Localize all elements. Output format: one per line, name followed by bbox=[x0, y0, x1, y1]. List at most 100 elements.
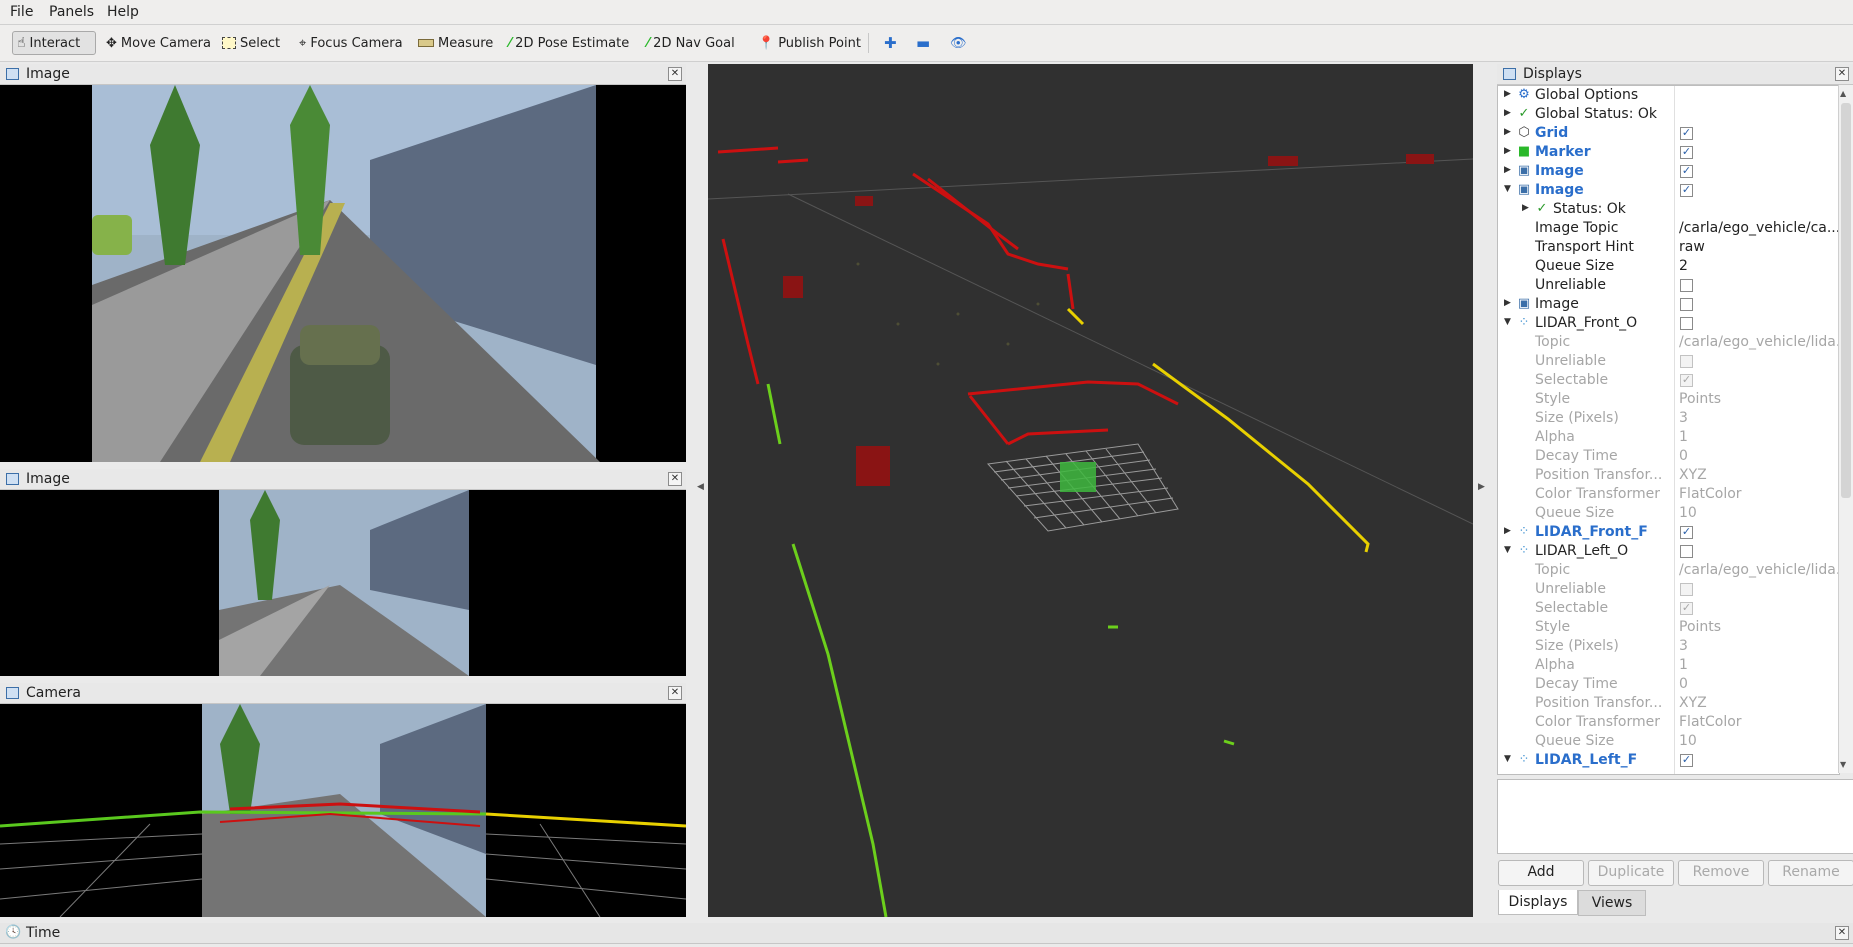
expand-down-arrow-icon[interactable]: ▼ bbox=[1504, 754, 1514, 766]
expand-right-arrow-icon[interactable]: ▶ bbox=[1522, 203, 1532, 215]
tree-row-value[interactable]: raw bbox=[1679, 239, 1839, 255]
expand-right-arrow-icon[interactable]: ▶ bbox=[1504, 526, 1514, 538]
tree-scrollbar[interactable]: ▲ ▼ bbox=[1838, 85, 1853, 773]
interact-tool-button[interactable]: ☝ Interact bbox=[12, 31, 96, 55]
tree-row[interactable]: Unreliable bbox=[1498, 352, 1839, 371]
tree-row[interactable]: ▶ ⚙ Global Options bbox=[1498, 86, 1839, 105]
enabled-checkbox[interactable]: ✓ bbox=[1680, 127, 1693, 140]
tree-row[interactable]: Alpha 1 bbox=[1498, 656, 1839, 675]
3d-render-viewport[interactable] bbox=[708, 64, 1473, 917]
tree-row[interactable]: Decay Time 0 bbox=[1498, 675, 1839, 694]
collapse-right-arrow-icon[interactable]: ▶ bbox=[1478, 482, 1485, 492]
tab-displays[interactable]: Displays bbox=[1498, 890, 1578, 915]
enabled-checkbox[interactable]: ✓ bbox=[1680, 754, 1693, 767]
enabled-checkbox[interactable]: ✓ bbox=[1680, 526, 1693, 539]
duplicate-display-button[interactable]: Duplicate bbox=[1588, 860, 1674, 886]
enabled-checkbox[interactable] bbox=[1680, 583, 1693, 596]
tree-row[interactable]: Selectable ✓ bbox=[1498, 371, 1839, 390]
tree-row[interactable]: Style Points bbox=[1498, 618, 1839, 637]
tree-row-value[interactable]: Points bbox=[1679, 391, 1839, 407]
displays-tree[interactable]: ▶ ⚙ Global Options ▶ ✓ Global Status: Ok ▶ ⬡ Gri… bbox=[1497, 85, 1840, 775]
expand-right-arrow-icon[interactable]: ▶ bbox=[1504, 146, 1514, 158]
menu-panels[interactable]: Panels bbox=[49, 4, 94, 20]
tree-row[interactable]: Topic/carla/ego_vehicle/lida... bbox=[1498, 333, 1839, 352]
expand-right-arrow-icon[interactable]: ▶ bbox=[1504, 108, 1514, 120]
tree-row[interactable]: Queue Size 10 bbox=[1498, 732, 1839, 751]
tree-row-value[interactable]: 2 bbox=[1679, 258, 1839, 274]
tree-row-value[interactable]: 3 bbox=[1679, 410, 1839, 426]
tree-row[interactable]: Decay Time 0 bbox=[1498, 447, 1839, 466]
tree-row[interactable]: ▶ ✓ Global Status: Ok bbox=[1498, 105, 1839, 124]
pose-estimate-tool-button[interactable]: ⁄ 2D Pose Estimate bbox=[505, 31, 633, 55]
tree-row[interactable]: Selectable ✓ bbox=[1498, 599, 1839, 618]
tree-row-value[interactable]: 10 bbox=[1679, 733, 1839, 749]
camera-view[interactable] bbox=[0, 704, 686, 917]
close-icon[interactable]: ✕ bbox=[1835, 67, 1849, 81]
close-icon[interactable]: ✕ bbox=[668, 686, 682, 700]
tree-row[interactable]: Alpha 1 bbox=[1498, 428, 1839, 447]
nav-goal-tool-button[interactable]: ⁄ 2D Nav Goal bbox=[643, 31, 739, 55]
scroll-down-arrow-icon[interactable]: ▼ bbox=[1840, 760, 1846, 769]
tree-row[interactable]: Position Transfor... XYZ bbox=[1498, 466, 1839, 485]
tree-row[interactable]: Color Transformer FlatColor bbox=[1498, 485, 1839, 504]
tree-row[interactable]: Color Transformer FlatColor bbox=[1498, 713, 1839, 732]
tree-row-value[interactable]: FlatColor bbox=[1679, 714, 1839, 730]
tree-row[interactable]: Transport Hint raw bbox=[1498, 238, 1839, 257]
tree-row[interactable]: Style Points bbox=[1498, 390, 1839, 409]
tree-row-value[interactable]: XYZ bbox=[1679, 695, 1839, 711]
enabled-checkbox[interactable]: ✓ bbox=[1680, 165, 1693, 178]
tree-row[interactable]: Queue Size 2 bbox=[1498, 257, 1839, 276]
move-camera-tool-button[interactable]: ✥ Move Camera bbox=[102, 31, 215, 55]
tree-row[interactable]: ▶ ▣ Image ✓ bbox=[1498, 162, 1839, 181]
tree-row[interactable]: ▶ ▣ Image bbox=[1498, 295, 1839, 314]
tree-row[interactable]: ▼ ⁘ LIDAR_Front_O bbox=[1498, 314, 1839, 333]
enabled-checkbox[interactable] bbox=[1680, 545, 1693, 558]
publish-point-tool-button[interactable]: 📍 Publish Point bbox=[754, 31, 865, 55]
tree-row-value[interactable]: FlatColor bbox=[1679, 486, 1839, 502]
tree-row[interactable]: ▶ ■ Marker ✓ bbox=[1498, 143, 1839, 162]
enabled-checkbox[interactable]: ✓ bbox=[1680, 146, 1693, 159]
expand-right-arrow-icon[interactable]: ▶ bbox=[1504, 165, 1514, 177]
tree-row[interactable]: Size (Pixels) 3 bbox=[1498, 409, 1839, 428]
expand-right-arrow-icon[interactable]: ▶ bbox=[1504, 298, 1514, 310]
close-icon[interactable]: ✕ bbox=[1835, 926, 1849, 940]
tree-row[interactable]: ▼ ⁘ LIDAR_Left_O bbox=[1498, 542, 1839, 561]
tree-row[interactable]: ▶ ✓ Status: Ok bbox=[1498, 200, 1839, 219]
tab-views[interactable]: Views bbox=[1578, 890, 1646, 916]
remove-display-button[interactable]: Remove bbox=[1678, 860, 1764, 886]
tree-row-value[interactable]: 0 bbox=[1679, 676, 1839, 692]
enabled-checkbox[interactable] bbox=[1680, 317, 1693, 330]
tree-row[interactable]: Image Topic/carla/ego_vehicle/ca... bbox=[1498, 219, 1839, 238]
image-view-1[interactable] bbox=[0, 85, 686, 462]
tree-row-value[interactable]: 1 bbox=[1679, 429, 1839, 445]
tree-row[interactable]: Position Transfor... XYZ bbox=[1498, 694, 1839, 713]
enabled-checkbox[interactable] bbox=[1680, 298, 1693, 311]
add-display-button[interactable]: Add bbox=[1498, 860, 1584, 886]
tree-row[interactable]: ▶ ⬡ Grid ✓ bbox=[1498, 124, 1839, 143]
tree-row-value[interactable]: 10 bbox=[1679, 505, 1839, 521]
expand-right-arrow-icon[interactable]: ▶ bbox=[1504, 89, 1514, 101]
measure-tool-button[interactable]: Measure bbox=[414, 31, 497, 55]
tree-row[interactable]: ▼ ⁘ LIDAR_Left_F ✓ bbox=[1498, 751, 1839, 770]
scroll-up-arrow-icon[interactable]: ▲ bbox=[1840, 89, 1846, 98]
expand-down-arrow-icon[interactable]: ▼ bbox=[1504, 545, 1514, 557]
tree-row-value[interactable]: /carla/ego_vehicle/ca... bbox=[1679, 220, 1839, 236]
tree-row[interactable]: Queue Size 10 bbox=[1498, 504, 1839, 523]
expand-right-arrow-icon[interactable]: ▶ bbox=[1504, 127, 1514, 139]
tree-row-value[interactable]: /carla/ego_vehicle/lida... bbox=[1679, 334, 1839, 350]
enabled-checkbox[interactable] bbox=[1680, 355, 1693, 368]
tree-row[interactable]: ▼ ▣ Image ✓ bbox=[1498, 181, 1839, 200]
tree-row[interactable]: Unreliable bbox=[1498, 580, 1839, 599]
close-icon[interactable]: ✕ bbox=[668, 472, 682, 486]
tree-row[interactable]: ▶ ⁘ LIDAR_Front_F ✓ bbox=[1498, 523, 1839, 542]
tree-row-value[interactable]: /carla/ego_vehicle/lida... bbox=[1679, 562, 1839, 578]
add-tool-button[interactable]: ✚ bbox=[880, 31, 901, 55]
tool-properties-button[interactable]: 👁 bbox=[946, 31, 971, 55]
scroll-thumb[interactable] bbox=[1841, 103, 1851, 498]
enabled-checkbox[interactable]: ✓ bbox=[1680, 374, 1693, 387]
expand-down-arrow-icon[interactable]: ▼ bbox=[1504, 317, 1514, 329]
select-tool-button[interactable]: Select bbox=[218, 31, 284, 55]
collapse-left-arrow-icon[interactable]: ◀ bbox=[697, 482, 704, 492]
image-view-2[interactable] bbox=[0, 490, 686, 676]
enabled-checkbox[interactable]: ✓ bbox=[1680, 602, 1693, 615]
